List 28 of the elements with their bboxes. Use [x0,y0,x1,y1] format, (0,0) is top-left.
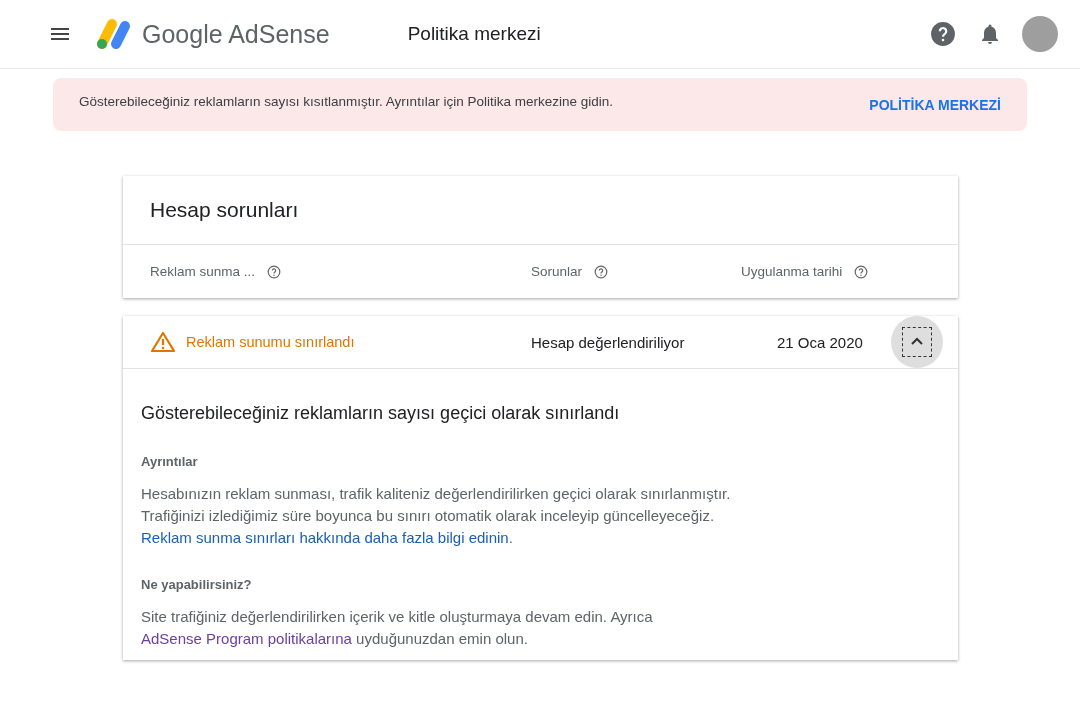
column-header: Sorunlar [531,264,583,279]
details-heading: Gösterebileceğiniz reklamların sayısı geçici olarak sınırlandı [141,403,621,424]
help-icon[interactable] [930,21,956,47]
page-title: Politika merkezi [407,23,541,45]
collapse-button[interactable] [891,316,943,368]
chevron-icon [903,328,931,356]
help-icon[interactable] [594,264,609,279]
section-title: Ayrıntılar [141,454,199,469]
issue-problem: Hesap değerlendiriliyor [531,333,685,351]
avatar[interactable] [1022,16,1058,52]
logo-icon [94,16,132,52]
column-header: Uygulanma tarihi [741,264,843,279]
policy-link[interactable]: AdSense Program politikalarına [141,630,352,647]
paragraph: Hesabınızın reklam sunması, trafik kaliteniz değerlendirilirken geçici olarak sınırlanmıştır. Trafiğinizi izlediğimiz süre boyunca bu sınırı otomatik olarak inceleyip güncelleyeceğiz. [141,484,732,526]
brand-name: Google AdSense [142,19,330,49]
policy-center-link[interactable]: POLİTİKA MERKEZİ [869,96,1001,113]
column-header: Reklam sunma ... [150,264,256,279]
help-icon[interactable] [854,264,869,279]
learn-more-line: Reklam sunma sınırları hakkında daha fazla bilgi edinin. [141,528,514,548]
issue-date: 21 Oca 2020 [777,333,863,351]
warning-icon [150,331,176,353]
card-title: Hesap sorunları [123,176,958,245]
issue-status: Reklam sunumu sınırlandı [186,334,355,350]
alert-message: Gösterebileceğiniz reklamların sayısı kısıtlanmıştır. Ayrıntılar için Politika merkezine gidin. [79,94,614,109]
section-title: Ne yapabilirsiniz? [141,577,253,592]
paragraph: Site trafiğiniz değerlendirilirken içerik ve kitle oluşturmaya devam edin. Ayrıca AdSense Program politikalarına uyduğunuzdan emin olun. [141,607,654,649]
help-icon[interactable] [267,264,282,279]
learn-more-link[interactable]: Reklam sunma sınırları hakkında daha fazla bilgi edinin [141,529,509,546]
